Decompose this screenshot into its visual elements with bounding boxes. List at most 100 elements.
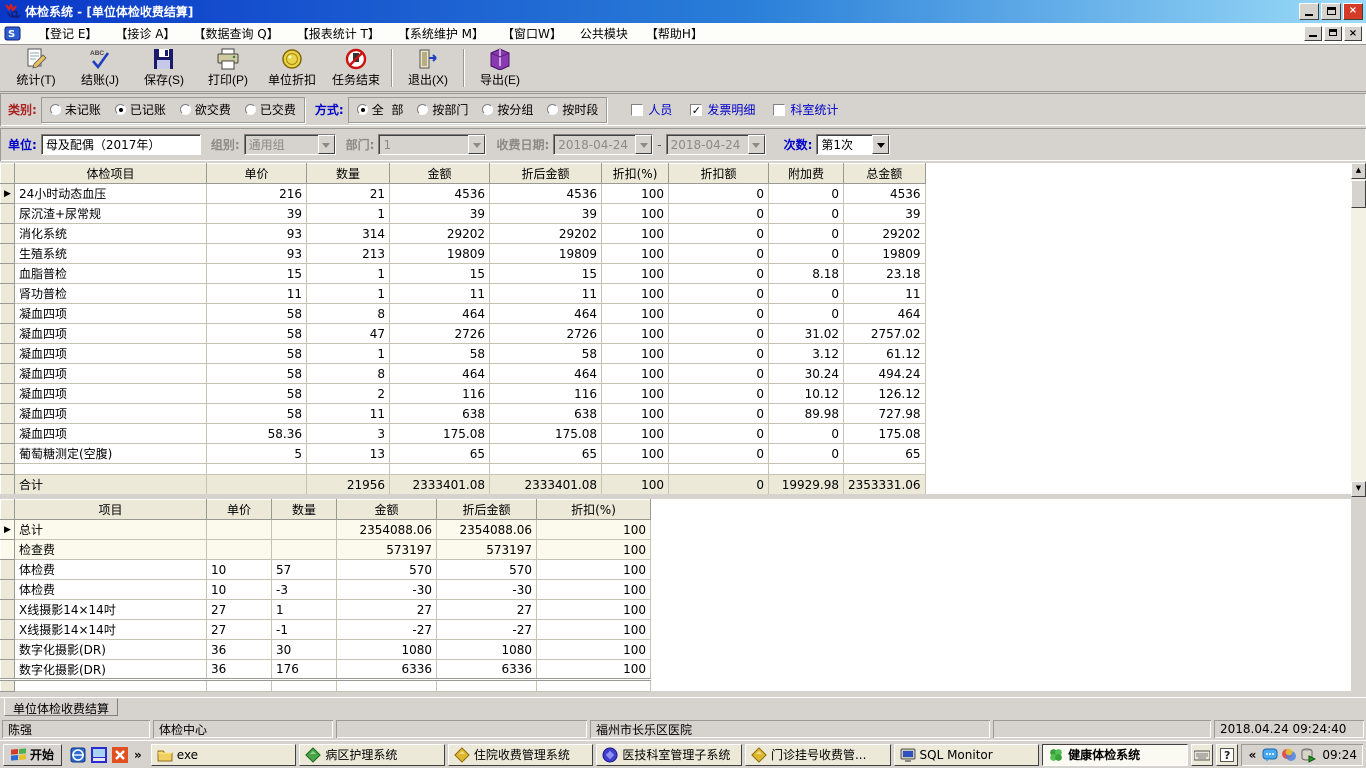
table-row[interactable]: 消化系统 93 314 29202 29202 100 0 0 29202	[0, 223, 926, 244]
grid-cell[interactable]: 100	[536, 639, 651, 660]
grid-cell[interactable]: 100	[601, 363, 669, 384]
grid-cell[interactable]: -3	[271, 579, 337, 600]
grid-cell[interactable]: -30	[336, 579, 437, 600]
grid-cell[interactable]: 生殖系统	[14, 243, 207, 264]
category-radio-2[interactable]: 欲交费	[179, 101, 231, 118]
grid-cell[interactable]: 93	[206, 243, 307, 264]
table-row[interactable]: 数字化摄影(DR) 36 30 1080 1080 100	[0, 639, 651, 660]
table-row[interactable]: 血脂普检 15 1 15 15 100 0 8.18 23.18	[0, 263, 926, 284]
filter-checkbox-2[interactable]: 科室统计	[773, 101, 838, 118]
grid-cell[interactable]: 58	[389, 343, 490, 364]
unit-input[interactable]: 母及配偶（2017年）	[40, 134, 201, 155]
grid-cell[interactable]: 体检费	[14, 579, 207, 600]
grid-cell[interactable]: 175.08	[489, 423, 602, 444]
table-row[interactable]: 体检费 10 -3 -30 -30 100	[0, 579, 651, 600]
grid-cell[interactable]: 570	[436, 559, 537, 580]
grid-cell[interactable]: 58	[206, 303, 307, 324]
grid-cell[interactable]: 0	[768, 283, 844, 304]
grid-cell[interactable]: 0	[768, 183, 844, 204]
row-marker-cell[interactable]	[0, 599, 15, 620]
grid-cell[interactable]: 15	[489, 263, 602, 284]
chevron-down-icon[interactable]	[317, 135, 335, 154]
tools-icon[interactable]	[1281, 747, 1297, 763]
mdi-minimize-button[interactable]	[1304, 26, 1322, 41]
filter-checkbox-0[interactable]: 人员	[631, 101, 672, 118]
category-radio-1[interactable]: 已记账	[114, 101, 166, 118]
chevron-down-icon[interactable]	[872, 135, 890, 154]
grid-cell[interactable]: 58.36	[206, 423, 307, 444]
grid-cell[interactable]: 39	[389, 203, 490, 224]
grid-cell[interactable]: 100	[536, 559, 651, 580]
grid-cell[interactable]: 36	[206, 659, 272, 680]
grid-cell[interactable]: 30.24	[768, 363, 844, 384]
grid-cell[interactable]: 100	[601, 303, 669, 324]
row-marker-cell[interactable]: ▶	[0, 183, 15, 204]
mdi-close-button[interactable]: ×	[1344, 26, 1362, 41]
grid-cell[interactable]: 23.18	[843, 263, 926, 284]
grid-cell[interactable]: 0	[668, 423, 769, 444]
grid-cell[interactable]: 凝血四项	[14, 303, 207, 324]
grid-cell[interactable]: 13	[306, 443, 390, 464]
grid-cell[interactable]: 0	[668, 243, 769, 264]
grid-cell[interactable]: 0	[668, 443, 769, 464]
table-row[interactable]: 凝血四项 58 11 638 638 100 0 89.98 727.98	[0, 403, 926, 424]
grid-cell[interactable]: 0	[668, 203, 769, 224]
scroll-down-icon[interactable]: ▼	[1351, 481, 1366, 497]
grid-cell[interactable]: 100	[601, 263, 669, 284]
grid-cell[interactable]: 0	[668, 183, 769, 204]
chevron-down-icon[interactable]	[635, 135, 653, 154]
grid-cell[interactable]: 19809	[389, 243, 490, 264]
grid-cell[interactable]: 1080	[336, 639, 437, 660]
grid-cell[interactable]: 100	[601, 443, 669, 464]
keyboard-icon[interactable]	[1190, 743, 1213, 766]
grid-cell[interactable]: 凝血四项	[14, 423, 207, 444]
mode-radio-1[interactable]: 按部门	[417, 101, 468, 118]
grid-cell[interactable]: 凝血四项	[14, 403, 207, 424]
toolbar-exit-button[interactable]: 退出(X)	[396, 47, 460, 89]
menu-item-7[interactable]: 【帮助H】	[637, 23, 712, 44]
grid-cell[interactable]: 100	[536, 519, 651, 540]
menu-item-6[interactable]: 公共模块	[571, 23, 637, 44]
grid-cell[interactable]: 4536	[489, 183, 602, 204]
db-task-icon[interactable]	[1300, 747, 1317, 763]
grid-cell[interactable]: 58	[206, 323, 307, 344]
table-row[interactable]: X线摄影14×14吋 27 1 27 27 100	[0, 599, 651, 620]
grid-cell[interactable]: 116	[489, 383, 602, 404]
menu-item-2[interactable]: 【数据查询 Q】	[184, 23, 287, 44]
row-marker-cell[interactable]	[0, 303, 15, 324]
row-marker-cell[interactable]	[0, 203, 15, 224]
taskbar-task-0[interactable]: exe	[150, 743, 297, 766]
grid-cell[interactable]: 65	[389, 443, 490, 464]
grid-cell[interactable]: 血脂普检	[14, 263, 207, 284]
grid-cell[interactable]	[206, 539, 272, 560]
toolbar-end-task-button[interactable]: 任务结束	[324, 47, 388, 89]
grid-cell[interactable]: 0	[768, 203, 844, 224]
grid-cell[interactable]: 21	[306, 183, 390, 204]
grid-cell[interactable]: 0	[768, 303, 844, 324]
taskbar-task-6[interactable]: 健康体检系统	[1042, 743, 1188, 766]
taskbar-task-1[interactable]: 病区护理系统	[299, 743, 445, 766]
taskbar-task-2[interactable]: 住院收费管理系统	[447, 743, 594, 766]
quick-launch-overflow-icon[interactable]: »	[132, 748, 144, 762]
grid-cell[interactable]: 消化系统	[14, 223, 207, 244]
row-marker-cell[interactable]	[0, 539, 15, 560]
grid-cell[interactable]: 638	[389, 403, 490, 424]
taskbar-task-5[interactable]: SQL Monitor	[893, 743, 1040, 766]
grid-cell[interactable]: 464	[843, 303, 926, 324]
row-marker-cell[interactable]	[0, 443, 15, 464]
grid-cell[interactable]: 727.98	[843, 403, 926, 424]
grid-cell[interactable]: 0	[768, 423, 844, 444]
table-row[interactable]: 肾功普检 11 1 11 11 100 0 0 11	[0, 283, 926, 304]
help-icon[interactable]: ?	[1215, 743, 1238, 766]
chat-icon[interactable]	[1262, 747, 1278, 763]
grid-cell[interactable]: 6336	[336, 659, 437, 680]
row-marker-cell[interactable]	[0, 559, 15, 580]
table-row[interactable]: 凝血四项 58 8 464 464 100 0 0 464	[0, 303, 926, 324]
table-row[interactable]: 凝血四项 58.36 3 175.08 175.08 100 0 0 175.08	[0, 423, 926, 444]
grid-cell[interactable]: 0	[768, 243, 844, 264]
row-marker-cell[interactable]	[0, 659, 15, 680]
grid-cell[interactable]: 126.12	[843, 383, 926, 404]
grid-cell[interactable]: 2726	[389, 323, 490, 344]
grid-cell[interactable]: 0	[668, 223, 769, 244]
grid-cell[interactable]: 93	[206, 223, 307, 244]
